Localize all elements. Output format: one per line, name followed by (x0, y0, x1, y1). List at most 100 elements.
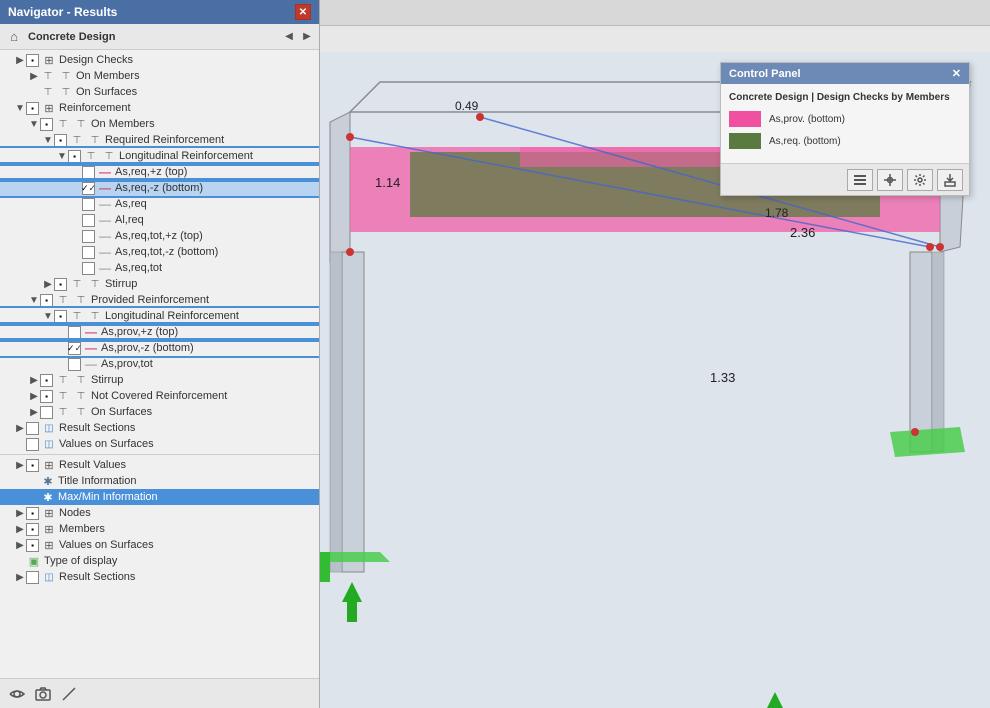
cb-on-surfaces[interactable] (40, 406, 53, 419)
tree-item-dc-members[interactable]: ▶ ⊤ ⊤ On Members (0, 68, 319, 84)
tree-item-as-req-mz[interactable]: ✓ — As,req,-z (bottom) (0, 180, 319, 196)
tree-item-as-req[interactable]: — As,req (0, 196, 319, 212)
cb-as-req-mz[interactable]: ✓ (82, 182, 95, 195)
cb-not-covered[interactable]: ▪ (40, 390, 53, 403)
tree-item-result-sections[interactable]: ▶ ◫ Result Sections (0, 420, 319, 436)
tree-item-result-sections2[interactable]: ▶ ◫ Result Sections (0, 569, 319, 585)
tree-item-required-reinf[interactable]: ▼ ▪ ⊤ ⊤ Required Reinforcement (0, 132, 319, 148)
tree-item-values-on-surfaces[interactable]: ◫ Values on Surfaces (0, 436, 319, 452)
tree-item-dc-surfaces[interactable]: ⊤ ⊤ On Surfaces (0, 84, 319, 100)
camera-button[interactable] (32, 683, 54, 705)
cb-rs2[interactable] (26, 571, 39, 584)
cb-result-sections[interactable] (26, 422, 39, 435)
tree-item-provided-reinf[interactable]: ▼ ▪ ⊤ ⊤ Provided Reinforcement (0, 292, 319, 308)
tree-item-long-reinf[interactable]: ▼ ▪ ⊤ ⊤ Longitudinal Reinforcement (0, 148, 319, 164)
cb-design-checks[interactable]: ▪ (26, 54, 39, 67)
expand-result-values[interactable]: ▶ (14, 459, 26, 471)
tree-item-values-surfaces2[interactable]: ▶ ▪ ⊞ Values on Surfaces (0, 537, 319, 553)
expand-on-surfaces[interactable]: ▶ (28, 406, 40, 418)
cb-nodes[interactable]: ▪ (26, 507, 39, 520)
prev-arrow[interactable]: ◀ (281, 29, 297, 45)
tree-item-nodes[interactable]: ▶ ▪ ⊞ Nodes (0, 505, 319, 521)
tree-item-on-surfaces[interactable]: ▶ ⊤ ⊤ On Surfaces (0, 404, 319, 420)
tree-item-as-prov-tot[interactable]: — As,prov,tot (0, 356, 319, 372)
node-icon1: ⊞ (41, 506, 57, 520)
cb-on-members[interactable]: ▪ (40, 118, 53, 131)
cb-vs2[interactable]: ▪ (26, 539, 39, 552)
node-icon2: ⊞ (41, 522, 57, 536)
expand-dc-members[interactable]: ▶ (28, 70, 40, 82)
tree-item-as-req-tot-mz[interactable]: — As,req,tot,-z (bottom) (0, 244, 319, 260)
expand-stirrup[interactable]: ▶ (42, 278, 54, 290)
cb-as-prov-tot[interactable] (68, 358, 81, 371)
cb-reinf[interactable]: ▪ (26, 102, 39, 115)
tree-item-design-checks[interactable]: ▶ ▪ ⊞ Design Checks (0, 52, 319, 68)
cb-as-req-pz[interactable] (82, 166, 95, 179)
next-arrow[interactable]: ▶ (299, 29, 315, 45)
tree-item-result-values[interactable]: ▶ ▪ ⊞ Result Values (0, 457, 319, 473)
tree-item-type-display[interactable]: ▣ Type of display (0, 553, 319, 569)
tree-item-as-req-tot[interactable]: — As,req,tot (0, 260, 319, 276)
view-toolbar (320, 0, 990, 26)
label-values-on-surfaces: Values on Surfaces (59, 438, 154, 450)
tree-item-as-prov-mz[interactable]: ✓ — As,prov,-z (bottom) (0, 340, 319, 356)
tree-item-stirrup-req[interactable]: ▶ ▪ ⊤ ⊤ Stirrup (0, 276, 319, 292)
tree-item-prov-long-reinf[interactable]: ▼ ▪ ⊤ ⊤ Longitudinal Reinforcement (0, 308, 319, 324)
cp-btn-settings[interactable] (907, 169, 933, 191)
tree-item-as-req-tot-pz[interactable]: — As,req,tot,+z (top) (0, 228, 319, 244)
tree-item-members[interactable]: ▶ ▪ ⊞ Members (0, 521, 319, 537)
cb-as-tot-mz[interactable] (82, 246, 95, 259)
cb-members[interactable]: ▪ (26, 523, 39, 536)
cb-result-values[interactable]: ▪ (26, 459, 39, 472)
dash-pink-icon3: — (83, 325, 99, 339)
expand-result-sections[interactable]: ▶ (14, 422, 26, 434)
cp-close-icon[interactable]: ✕ (952, 67, 961, 80)
cb-as-req-tot[interactable] (82, 262, 95, 275)
tree-item-not-covered[interactable]: ▶ ▪ ⊤ ⊤ Not Covered Reinforcement (0, 388, 319, 404)
tree-item-title-info[interactable]: ✱ Title Information (0, 473, 319, 489)
expand-stirrup-prov[interactable]: ▶ (28, 374, 40, 386)
cb-values-on-surfaces[interactable] (26, 438, 39, 451)
cb-as-prov-mz[interactable]: ✓ (68, 342, 81, 355)
tree-item-on-members[interactable]: ▼ ▪ ⊤ ⊤ On Members (0, 116, 319, 132)
cb-as-tot-pz[interactable] (82, 230, 95, 243)
cb-stirrup-prov[interactable]: ▪ (40, 374, 53, 387)
cb-long-reinf[interactable]: ▪ (68, 150, 81, 163)
eye-button[interactable] (6, 683, 28, 705)
cp-btn-export[interactable] (937, 169, 963, 191)
line-button[interactable] (58, 683, 80, 705)
cb-prov-reinf[interactable]: ▪ (40, 294, 53, 307)
cb-as-prov-pz[interactable] (68, 326, 81, 339)
expand-vs2[interactable]: ▶ (14, 539, 26, 551)
expand-prov-long[interactable]: ▼ (42, 310, 54, 322)
expand-design-checks[interactable]: ▶ (14, 54, 26, 66)
cb-as-req[interactable] (82, 198, 95, 211)
cb-stirrup[interactable]: ▪ (54, 278, 67, 291)
expand-reinf[interactable]: ▼ (14, 102, 26, 114)
expand-rs2[interactable]: ▶ (14, 571, 26, 583)
cb-prov-long[interactable]: ▪ (54, 310, 67, 323)
expand-nodes[interactable]: ▶ (14, 507, 26, 519)
cb-al-req[interactable] (82, 214, 95, 227)
cb-req-reinf[interactable]: ▪ (54, 134, 67, 147)
expand-prov-reinf[interactable]: ▼ (28, 294, 40, 306)
dash-icon6: — (83, 357, 99, 371)
close-button[interactable]: ✕ (295, 4, 311, 20)
navigator-title: Navigator - Results (8, 5, 117, 19)
expand-long-reinf[interactable]: ▼ (56, 150, 68, 162)
expand-on-members[interactable]: ▼ (28, 118, 40, 130)
tree-item-as-prov-pz[interactable]: — As,prov,+z (top) (0, 324, 319, 340)
tree-item-maxmin-info[interactable]: ✱ Max/Min Information (0, 489, 319, 505)
tree-item-reinforcement[interactable]: ▼ ▪ ⊞ Reinforcement (0, 100, 319, 116)
tree-item-stirrup-prov[interactable]: ▶ ▪ ⊤ ⊤ Stirrup (0, 372, 319, 388)
view-canvas[interactable]: 0.49 1.14 1.78 2.36 1.33 Control Panel ✕ (320, 52, 990, 708)
label-req-reinf: Required Reinforcement (105, 134, 224, 146)
expand-req-reinf[interactable]: ▼ (42, 134, 54, 146)
tree-item-as-req-pz[interactable]: — As,req,+z (top) (0, 164, 319, 180)
cp-btn-scale[interactable] (877, 169, 903, 191)
expand-members[interactable]: ▶ (14, 523, 26, 535)
expand-not-covered[interactable]: ▶ (28, 390, 40, 402)
home-icon[interactable]: ⌂ (4, 27, 24, 47)
tree-item-al-req[interactable]: — Al,req (0, 212, 319, 228)
cp-btn-list[interactable] (847, 169, 873, 191)
